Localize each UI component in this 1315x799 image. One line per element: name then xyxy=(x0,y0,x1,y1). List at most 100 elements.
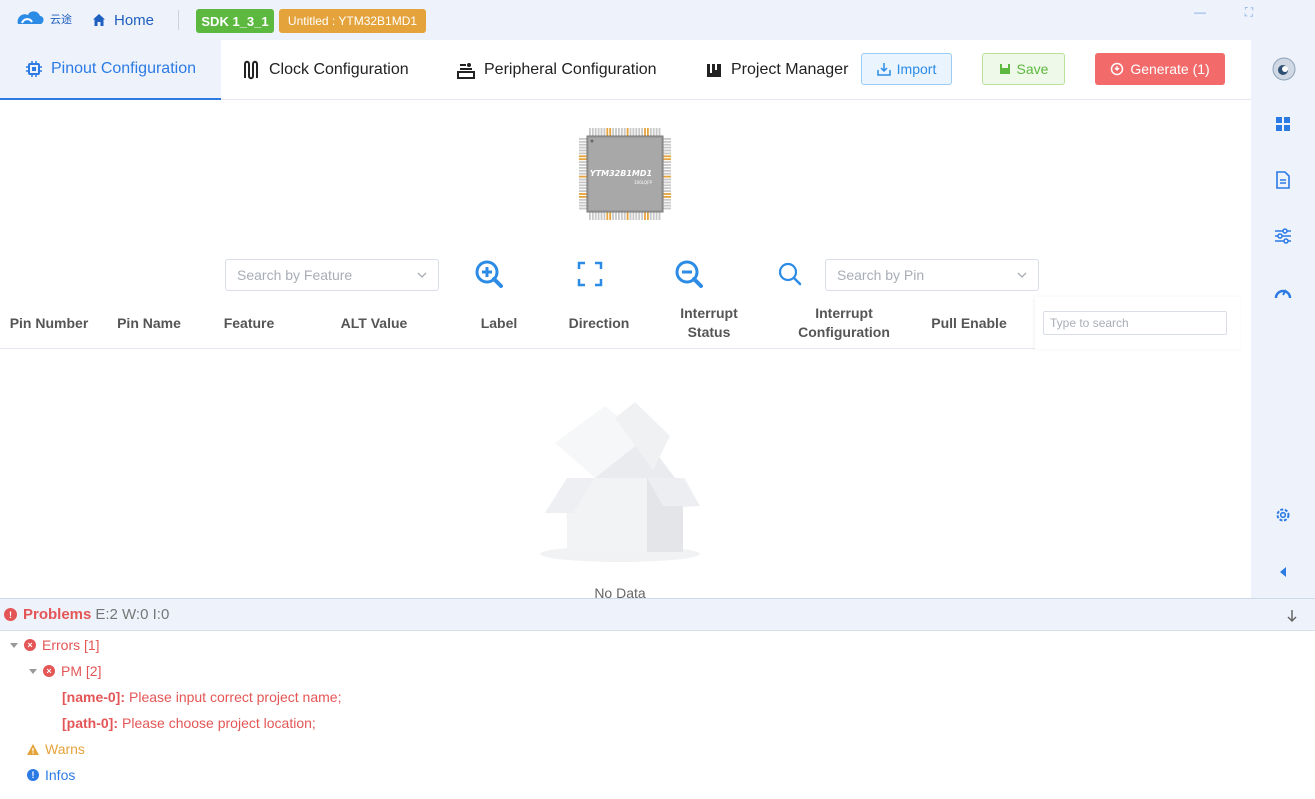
problems-panel: ! Problems E:2 W:0 I:0 × Errors [1] × PM… xyxy=(0,598,1315,799)
divider xyxy=(178,10,179,30)
settings-button[interactable] xyxy=(1271,503,1295,527)
home-label: Home xyxy=(114,11,155,29)
import-icon xyxy=(876,63,891,76)
column-direction[interactable]: Direction xyxy=(556,297,642,349)
column-alt-value[interactable]: ALT Value xyxy=(324,297,424,349)
chip-diagram[interactable]: YTM32B1MD1 100LQFP xyxy=(575,124,675,224)
pm-group[interactable]: × PM [2] xyxy=(29,661,101,681)
error-icon: × xyxy=(43,665,55,677)
generate-icon xyxy=(1111,62,1124,76)
home-icon xyxy=(93,14,105,26)
main-panel: Pinout Configuration Clock Configuration… xyxy=(0,40,1251,601)
generate-button[interactable]: Generate (1) xyxy=(1095,53,1225,85)
chip-label: YTM32B1MD1 xyxy=(590,169,652,178)
sliders-icon xyxy=(1275,228,1291,244)
problem-message: Please choose project location; xyxy=(122,715,316,731)
zoom-in-icon xyxy=(475,260,503,288)
pin-placeholder: Search by Pin xyxy=(837,267,925,283)
column-pull-enable[interactable]: Pull Enable xyxy=(920,297,1018,349)
table-search-box xyxy=(1035,297,1240,349)
clock-wave-icon xyxy=(244,60,258,80)
tab-peripheral-configuration[interactable]: Peripheral Configuration xyxy=(456,40,657,100)
warns-group[interactable]: Warns xyxy=(27,739,85,759)
collapse-sidebar-button[interactable] xyxy=(1271,560,1295,584)
tab-bar: Pinout Configuration Clock Configuration… xyxy=(0,40,1251,100)
column-feature[interactable]: Feature xyxy=(204,297,294,349)
tab-project-manager[interactable]: Project Manager xyxy=(705,40,848,100)
caret-down-icon xyxy=(10,642,18,648)
tab-label: Peripheral Configuration xyxy=(484,61,657,78)
problems-summary: E:2 W:0 I:0 xyxy=(95,606,170,623)
chip-icon xyxy=(26,61,42,77)
problem-item[interactable]: [path-0]: Please choose project location… xyxy=(62,713,316,733)
column-pin-name[interactable]: Pin Name xyxy=(104,297,194,349)
import-button[interactable]: Import xyxy=(861,53,952,85)
problem-key: [path-0]: xyxy=(62,715,118,731)
column-label[interactable]: Label xyxy=(460,297,538,349)
grid-icon xyxy=(1276,117,1290,131)
problems-header[interactable]: ! Problems E:2 W:0 I:0 xyxy=(0,599,1315,631)
errors-group[interactable]: × Errors [1] xyxy=(10,635,100,655)
column-interrupt-status[interactable]: Interrupt Status xyxy=(664,297,754,349)
search-button[interactable] xyxy=(773,257,807,291)
title-bar: 云途 Home SDK 1_3_1 Untitled : YTM32B1MD1 … xyxy=(0,0,1315,40)
tab-clock-configuration[interactable]: Clock Configuration xyxy=(243,40,409,100)
problem-message: Please input correct project name; xyxy=(129,689,342,705)
tab-label: Clock Configuration xyxy=(269,61,409,78)
user-avatar[interactable] xyxy=(1271,56,1297,82)
search-by-feature-select[interactable]: Search by Feature xyxy=(225,259,439,291)
pin-table-header: Pin Number Pin Name Feature ALT Value La… xyxy=(0,297,1240,349)
infos-label: Infos xyxy=(45,767,76,783)
logo-text: 云途 xyxy=(50,12,72,26)
errors-label: Errors [1] xyxy=(42,637,100,653)
project-icon xyxy=(707,64,721,77)
avatar-icon xyxy=(1272,57,1296,81)
infos-group[interactable]: ! Infos xyxy=(27,765,75,785)
zoom-in-button[interactable] xyxy=(472,257,506,291)
feature-placeholder: Search by Feature xyxy=(237,267,353,283)
zoom-out-button[interactable] xyxy=(672,257,706,291)
warning-icon xyxy=(27,743,39,755)
caret-down-icon xyxy=(29,668,37,674)
problem-item[interactable]: [name-0]: Please input correct project n… xyxy=(62,687,341,707)
chip-package: 100LQFP xyxy=(634,180,652,185)
peripheral-icon xyxy=(457,63,475,79)
save-button[interactable]: Save xyxy=(982,53,1065,85)
error-icon: ! xyxy=(4,608,17,621)
performance-button[interactable] xyxy=(1271,280,1295,304)
import-label: Import xyxy=(896,61,937,77)
warns-label: Warns xyxy=(45,741,85,757)
chevron-down-icon xyxy=(417,272,427,278)
info-icon: ! xyxy=(27,769,39,781)
save-label: Save xyxy=(1016,61,1049,77)
tab-label: Pinout Configuration xyxy=(51,60,196,77)
table-search-input[interactable] xyxy=(1043,311,1227,335)
dashboard-button[interactable] xyxy=(1271,112,1295,136)
documents-button[interactable] xyxy=(1271,168,1295,192)
fit-screen-button[interactable] xyxy=(573,257,607,291)
problems-title: Problems xyxy=(23,606,92,623)
maximize-button[interactable]: ⛶ xyxy=(1239,2,1259,22)
problem-key: [name-0]: xyxy=(62,689,126,705)
tab-label: Project Manager xyxy=(731,61,849,78)
home-button[interactable]: Home xyxy=(92,8,154,32)
right-sidebar xyxy=(1251,40,1315,598)
column-pin-number[interactable]: Pin Number xyxy=(0,297,98,349)
generate-label: Generate (1) xyxy=(1130,61,1210,77)
document-icon xyxy=(1276,171,1290,189)
search-icon xyxy=(778,262,802,286)
column-interrupt-configuration[interactable]: Interrupt Configuration xyxy=(784,297,904,349)
settings-sliders-button[interactable] xyxy=(1271,224,1295,248)
save-icon xyxy=(999,64,1010,74)
project-title-badge[interactable]: Untitled : YTM32B1MD1 xyxy=(279,9,426,33)
gauge-icon xyxy=(1274,289,1292,299)
tab-pinout-configuration[interactable]: Pinout Configuration xyxy=(0,40,221,100)
fit-screen-icon xyxy=(577,261,603,287)
arrow-down-icon[interactable] xyxy=(1286,609,1298,623)
error-icon: × xyxy=(24,639,36,651)
chevron-down-icon xyxy=(1017,272,1027,278)
search-by-pin-select[interactable]: Search by Pin xyxy=(825,259,1039,291)
minimize-button[interactable]: — xyxy=(1190,2,1210,22)
zoom-out-icon xyxy=(675,260,703,288)
sdk-version-badge[interactable]: SDK 1_3_1 xyxy=(196,9,274,33)
